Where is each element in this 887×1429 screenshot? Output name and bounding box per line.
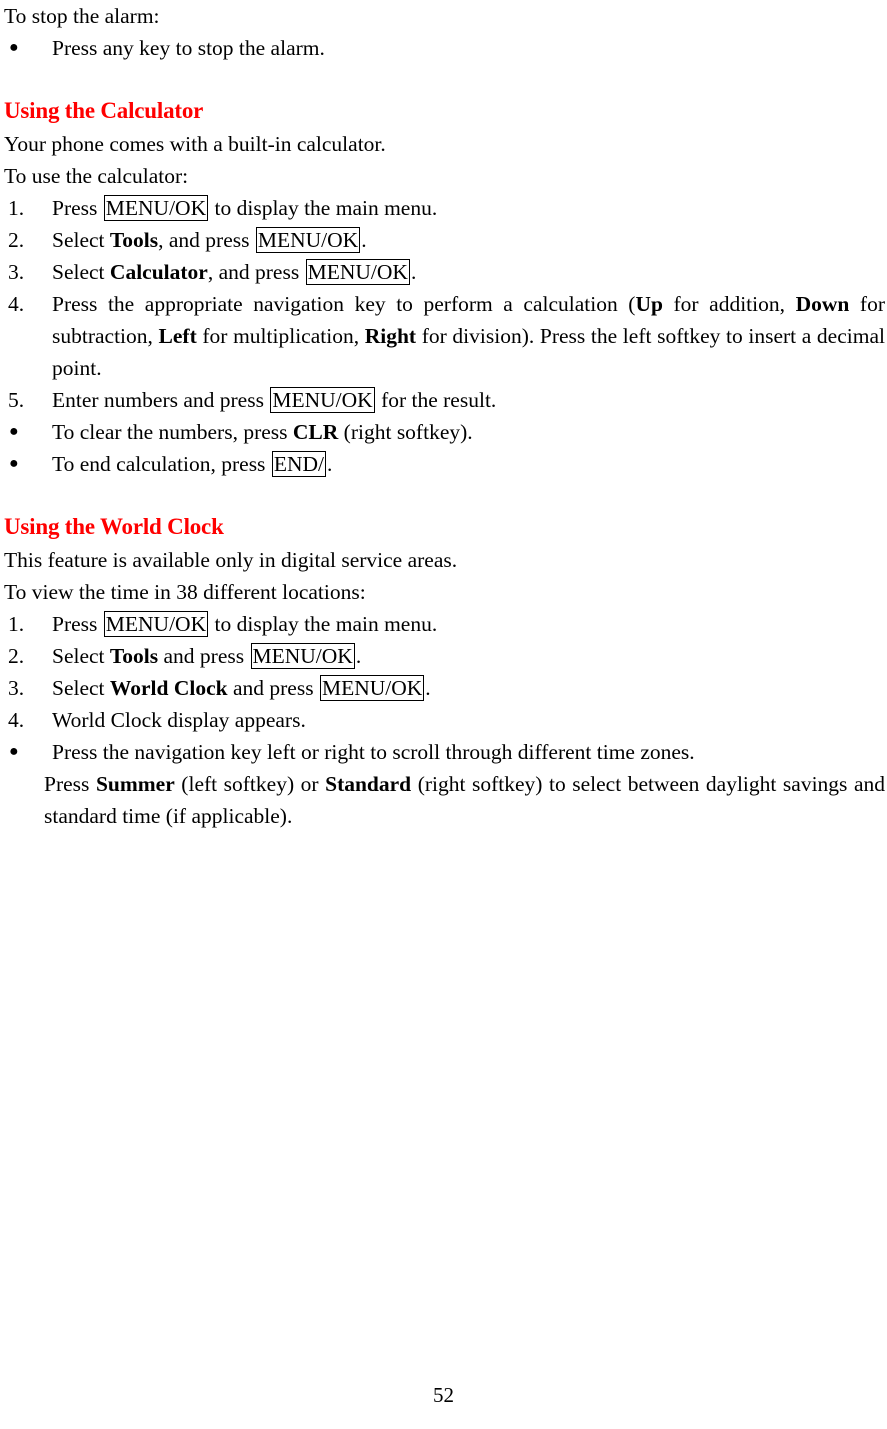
bullet-dot-icon: ● [9,39,19,56]
emphasis-term: Down [795,292,850,316]
step-number: 4. [8,292,25,316]
step-number: 3. [8,260,25,284]
bullet-text: Press any key to stop the alarm. [52,36,325,60]
calculator-section-heading: Using the Calculator [4,98,204,123]
bullet-text: To end calculation, press END/. [52,451,333,477]
world-clock-intro-line: This feature is available only in digita… [4,548,458,572]
step-number: 4. [8,708,25,732]
numbered-step: 4. World Clock display appears. [4,704,885,736]
bullet-dot-icon: ● [9,455,19,472]
numbered-step: 5. Enter numbers and press MENU/OK for th… [4,384,885,416]
numbered-step: 2. Select Tools and press MENU/OK. [4,640,885,672]
numbered-step: 3. Select Calculator, and press MENU/OK. [4,256,885,288]
emphasis-term: Tools [109,644,159,668]
key-label-box: MENU/OK [103,611,209,637]
step-number: 2. [8,228,25,252]
emphasis-term: Calculator [109,260,208,284]
numbered-step: 4. Press the appropriate navigation key t… [4,288,885,384]
bullet-item: ● Press the navigation key left or right … [4,736,885,768]
page-content: To stop the alarm: ● Press any key to sto… [4,0,885,832]
step-text: Select Calculator, and press MENU/OK. [52,259,417,285]
page-number: 52 [433,1383,454,1407]
emphasis-term: Right [364,324,417,348]
emphasis-term: Tools [109,228,159,252]
bullet-item: ● Press any key to stop the alarm. [4,32,885,64]
key-label-box: MENU/OK [103,195,209,221]
key-label-box: MENU/OK [305,259,410,285]
emphasis-term: Summer [95,772,175,796]
world-clock-continuation-paragraph: Press Summer (left softkey) or Standard … [44,772,885,828]
world-clock-bullet-list: ● Press the navigation key left or right … [4,736,885,768]
key-label-box: MENU/OK [270,387,375,413]
numbered-step: 3. Select World Clock and press MENU/OK. [4,672,885,704]
step-number: 1. [8,612,25,636]
step-text: Press the appropriate navigation key to … [52,292,885,380]
manual-page: To stop the alarm: ● Press any key to sto… [0,0,887,1429]
bullet-text: To clear the numbers, press CLR (right s… [52,420,473,444]
emphasis-term: Up [635,292,663,316]
step-text: Press MENU/OK to display the main menu. [52,611,438,637]
emphasis-term: CLR [292,420,339,444]
world-clock-leadin-line: To view the time in 38 different locatio… [4,580,366,604]
numbered-step: 2. Select Tools, and press MENU/OK. [4,224,885,256]
calculator-bullet-list: ● To clear the numbers, press CLR (right … [4,416,885,480]
key-label-box: MENU/OK [255,227,361,253]
calculator-step-list: 1. Press MENU/OK to display the main menu… [4,192,885,416]
step-number: 2. [8,644,25,668]
section-gap-1 [4,64,885,94]
step-text: World Clock display appears. [52,708,306,732]
step-text: Enter numbers and press MENU/OK for the … [52,387,497,413]
section-gap-2 [4,480,885,510]
step-number: 3. [8,676,25,700]
world-clock-step-list: 1. Press MENU/OK to display the main menu… [4,608,885,736]
step-text: Press MENU/OK to display the main menu. [52,195,438,221]
alarm-intro-line: To stop the alarm: [4,4,160,28]
emphasis-term: Standard [325,772,412,796]
bullet-text: Press the navigation key left or right t… [52,740,695,764]
world-clock-section-heading: Using the World Clock [4,514,224,539]
key-label-box: MENU/OK [250,643,355,669]
numbered-step: 1. Press MENU/OK to display the main menu… [4,192,885,224]
emphasis-term: World Clock [109,676,228,700]
bullet-dot-icon: ● [9,743,19,760]
bullet-dot-icon: ● [9,423,19,440]
bullet-item: ● To end calculation, press END/. [4,448,885,480]
numbered-step: 1. Press MENU/OK to display the main menu… [4,608,885,640]
step-number: 5. [8,388,25,412]
calculator-leadin-line: To use the calculator: [4,164,189,188]
key-label-box: MENU/OK [319,675,425,701]
step-number: 1. [8,196,25,220]
emphasis-term: Left [158,324,197,348]
bullet-item: ● To clear the numbers, press CLR (right … [4,416,885,448]
step-text: Select Tools and press MENU/OK. [52,643,362,669]
key-label-box: END/ [271,451,326,477]
step-text: Select World Clock and press MENU/OK. [52,675,431,701]
alarm-bullet-list: ● Press any key to stop the alarm. [4,32,885,64]
calculator-intro-line: Your phone comes with a built-in calcula… [4,132,386,156]
step-text: Select Tools, and press MENU/OK. [52,227,367,253]
